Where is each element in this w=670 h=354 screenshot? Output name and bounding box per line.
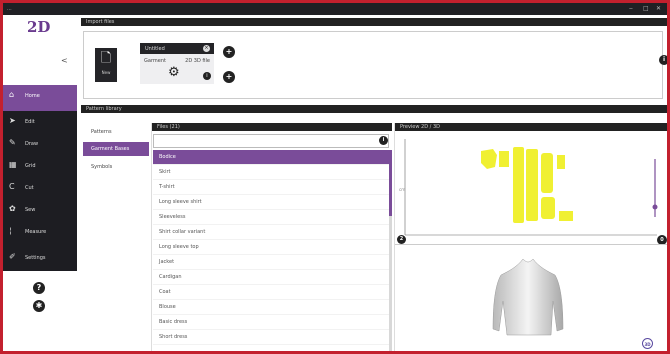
pattern-piece[interactable] [557,155,565,169]
preview-header: Preview 2D / 3D [395,123,667,131]
settings-gear-button[interactable]: ✱ [33,300,45,312]
add-folder-button[interactable]: + [223,71,235,83]
subcategory-item[interactable]: Symbols [83,160,149,174]
close-icon[interactable]: × [203,45,210,52]
search-input[interactable] [153,134,389,148]
pattern-2d-view[interactable]: cm cm [395,131,667,237]
sidebar-item-label: Measure [25,229,47,235]
maximize-button[interactable]: □ [643,5,649,12]
wrench-icon: ✐ [9,252,16,261]
sidebar-item-label: Settings [25,255,46,261]
sidebar-item-label: Sew [25,207,36,213]
info-icon[interactable]: i [203,72,211,80]
list-item[interactable]: Sleeveless [153,210,389,225]
app-logo: 2D [27,18,51,36]
preview-panel: Preview 2D / 3D cm cm 2 0 [394,123,667,351]
pattern-piece[interactable] [526,149,538,221]
import-panel: 🗋 New Untitled × Garment 2D 3D file ⚙ i … [83,31,663,99]
sidebar-item-measure[interactable]: ¦ Measure [3,221,77,243]
view-3d-toggle-button[interactable]: 3D [642,338,653,349]
pattern-piece[interactable] [541,153,553,193]
grid-icon: ▦ [9,160,17,169]
file-list-title: Files (21) [157,124,180,130]
info-icon[interactable]: i [379,136,388,145]
sidebar-item-settings[interactable]: ✐ Settings [3,247,77,269]
sidebar-item-label: Home [25,93,40,99]
section-title: Pattern library [86,106,122,112]
import-section-header: Import files [81,18,667,26]
ruler-icon: ¦ [9,226,12,235]
file-list-header: Files (21) [152,123,392,131]
pattern-piece[interactable] [499,151,509,167]
file-card-format: 2D 3D file [185,58,210,64]
file-card-body: Garment 2D 3D file ⚙ i [140,54,214,84]
window-title: ... [7,6,12,12]
section-title: Import files [86,19,115,25]
file-card-header: Untitled × [140,43,214,54]
subcategory-item[interactable]: Garment Bases [83,142,149,156]
library-section-header: Pattern library [81,105,667,113]
list-item[interactable]: Shirt collar variant [153,225,389,240]
new-file-label: New [101,70,111,75]
pattern-piece[interactable] [513,147,524,223]
info-icon[interactable]: i [659,55,667,65]
sidebar-item-label: Cut [25,185,34,191]
sidebar-item-sew[interactable]: ✿ Sew [3,199,77,221]
garment-model[interactable] [492,258,564,336]
list-item[interactable]: Long sleeve shirt [153,195,389,210]
gear-icon[interactable]: ⚙ [168,66,180,79]
pattern-piece[interactable] [481,149,497,169]
new-document-icon: 🗋 [100,51,112,66]
pencil-icon: ✎ [9,138,16,147]
subcategory-list: Patterns Garment Bases Symbols [83,115,149,351]
sidebar-item-label: Grid [25,163,36,169]
zoom-slider-handle[interactable] [652,204,658,210]
collapse-sidebar-button[interactable]: < [61,56,68,65]
help-button[interactable]: ? [33,282,45,294]
add-file-button[interactable]: + [223,46,235,58]
minimize-button[interactable]: ‒ [629,5,633,12]
sidebar-item-home[interactable]: ⌂ Home [3,85,77,111]
file-card-name: Untitled [145,46,165,52]
list-scrollbar-thumb[interactable] [389,150,392,216]
sidebar-nav: ⌂ Home ➤ Edit ✎ Draw ▦ Grid C Cut ✿ Sew … [3,85,77,271]
new-file-button[interactable]: 🗋 New [95,48,117,82]
sidebar-item-cut[interactable]: C Cut [3,177,77,199]
app-window: ... ‒ □ ✕ 2D < ⌂ Home ➤ Edit ✎ Draw ▦ Gr… [3,3,667,351]
garment-3d-view[interactable] [395,245,667,351]
curve-icon: C [9,182,15,191]
info-icon[interactable]: 2 [397,235,406,244]
pattern-pieces [481,147,573,223]
list-item[interactable]: Bodice [153,150,389,165]
brand-area: 2D < [3,15,77,85]
list-item[interactable]: Cardigan [153,270,389,285]
sidebar-item-label: Draw [25,141,39,147]
list-item[interactable]: Long sleeve top [153,240,389,255]
list-item[interactable]: Basic dress [153,315,389,330]
pattern-piece[interactable] [559,211,573,221]
close-button[interactable]: ✕ [656,5,661,12]
sidebar-item-draw[interactable]: ✎ Draw [3,133,77,155]
list-item[interactable]: Skirt [153,165,389,180]
list-item[interactable]: Jacket [153,255,389,270]
preview-title: Preview 2D / 3D [400,124,440,130]
sidebar-item-grid[interactable]: ▦ Grid [3,155,77,177]
cursor-icon: ➤ [9,116,16,125]
sidebar-item-label: Edit [25,119,35,125]
shirt-icon: ✿ [9,204,16,213]
list-item[interactable]: Coat [153,285,389,300]
pattern-piece[interactable] [541,197,555,219]
file-list-panel: Files (21) i Bodice Skirt T-shirt Long s… [151,123,392,351]
y-axis-label: cm [399,187,405,192]
title-bar: ... ‒ □ ✕ [3,3,667,15]
list-item[interactable]: T-shirt [153,180,389,195]
list-item[interactable]: Short dress [153,330,389,345]
file-card-type: Garment [144,58,166,64]
sidebar-item-edit[interactable]: ➤ Edit [3,111,77,133]
file-card[interactable]: Untitled × Garment 2D 3D file ⚙ i [140,43,214,84]
subcategory-item[interactable]: Patterns [83,125,149,139]
home-icon: ⌂ [9,90,15,99]
list-item[interactable]: Blouse [153,300,389,315]
